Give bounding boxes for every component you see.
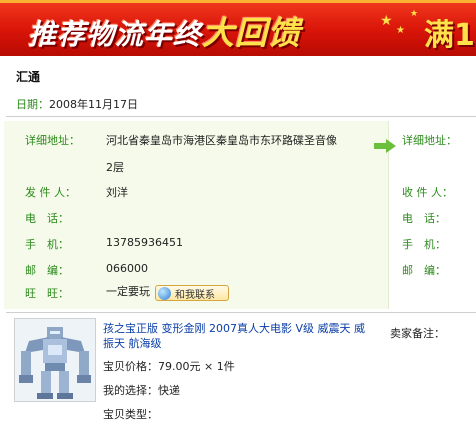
product-thumbnail[interactable] (14, 318, 96, 402)
sender-name-label: 发 件 人： (25, 186, 76, 199)
product-choice-label: 我的选择： (103, 384, 158, 397)
product-type-label: 宝贝类型： (103, 408, 158, 421)
receiver-phone-label: 电 话： (402, 212, 446, 225)
banner-strip (0, 0, 476, 3)
date-label: 日期： (16, 98, 49, 111)
sender-wangwang-label: 旺 旺： (25, 287, 69, 300)
sender-postcode-value: 066000 (106, 262, 148, 275)
product-choice-row: 我的选择：快递 (103, 382, 180, 398)
banner-right-text: 满1 (424, 18, 475, 53)
star-icon: ★ (396, 25, 405, 36)
sender-name-value: 刘洋 (106, 186, 128, 199)
date-row: 日期：2008年11月17日 (16, 96, 138, 112)
product-price-value: 79.00元 × 1件 (158, 360, 235, 373)
star-icon: ★ (380, 13, 393, 29)
divider (6, 312, 476, 313)
product-price-label: 宝贝价格： (103, 360, 158, 373)
banner-title-highlight: 大回馈 (202, 14, 302, 52)
courier-name: 汇通 (16, 70, 41, 84)
seller-note-label: 卖家备注： (390, 327, 445, 340)
star-icon: ★ (410, 9, 419, 19)
sender-mobile-value: 13785936451 (106, 236, 183, 249)
product-price-row: 宝贝价格：79.00元 × 1件 (103, 358, 235, 374)
sender-address-line1: 河北省秦皇岛市海港区秦皇岛市东环路碟圣音像 (106, 134, 337, 147)
arrow-right-icon (374, 139, 396, 153)
receiver-name-label: 收 件 人： (402, 186, 453, 199)
sender-mobile-label: 手 机： (25, 238, 69, 251)
date-value: 2008年11月17日 (49, 98, 138, 111)
sender-panel: 详细地址： 河北省秦皇岛市海港区秦皇岛市东环路碟圣音像 2层 发 件 人： 刘洋… (4, 121, 389, 309)
receiver-mobile-label: 手 机： (402, 238, 446, 251)
banner-title: 推荐物流年终大回馈 (28, 8, 301, 54)
receiver-postcode-label: 邮 编： (402, 264, 446, 277)
product-type-row: 宝贝类型： (103, 406, 158, 422)
sender-address-label: 详细地址： (25, 134, 80, 147)
contact-me-label: 和我联系 (175, 289, 215, 301)
robot-figure-image (15, 319, 95, 401)
sender-wangwang-value: 一定要玩 (106, 285, 150, 298)
receiver-address-label: 详细地址： (402, 134, 457, 147)
banner-title-main: 推荐物流年终 (28, 18, 203, 51)
product-choice-value: 快递 (158, 384, 180, 397)
wangwang-chat-icon (158, 286, 171, 300)
divider (6, 116, 476, 117)
sender-address-line2: 2层 (106, 161, 124, 174)
product-title-link[interactable]: 孩之宝正版 变形金刚 2007真人大电影 V级 威震天 威振天 航海级 (103, 321, 373, 351)
promo-banner[interactable]: 推荐物流年终大回馈 ★ ★ ★ 满1 (0, 0, 476, 56)
sender-postcode-label: 邮 编： (25, 264, 69, 277)
sender-phone-label: 电 话： (25, 212, 69, 225)
contact-me-button[interactable]: 和我联系 (155, 285, 229, 301)
